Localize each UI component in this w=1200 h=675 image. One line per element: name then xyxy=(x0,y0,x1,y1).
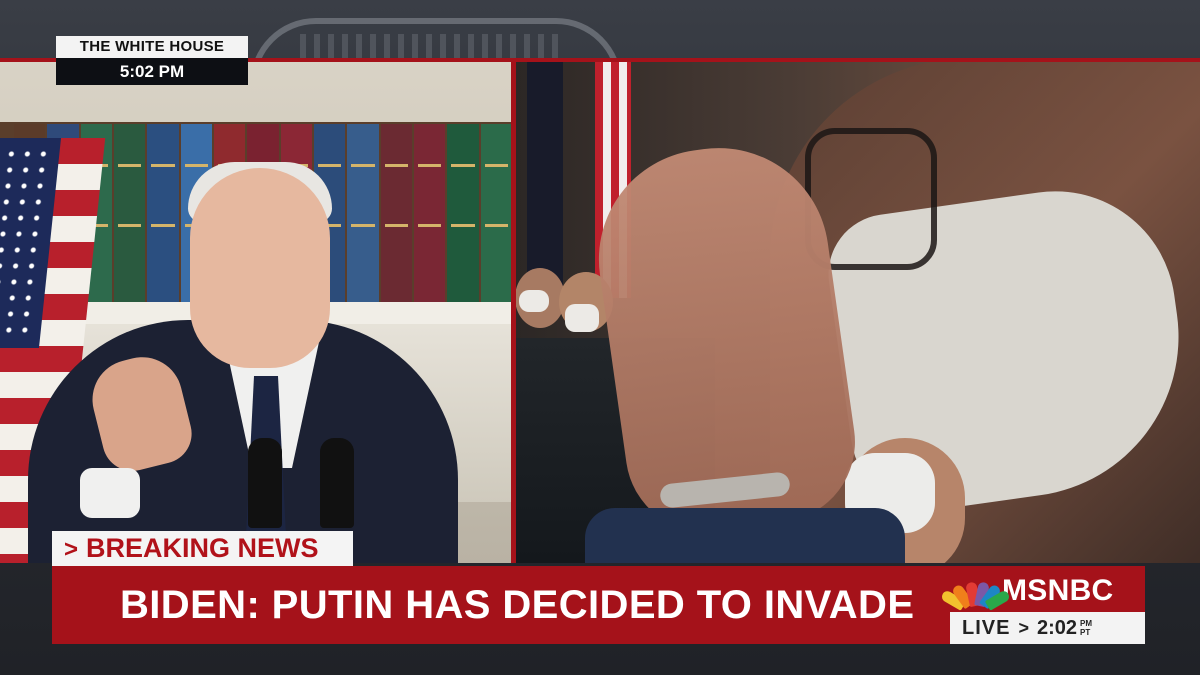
microphone xyxy=(248,438,282,528)
chevron-right-icon: > xyxy=(64,536,79,563)
nbc-peacock-icon xyxy=(939,576,1012,611)
chevron-right-icon: > xyxy=(1018,617,1029,638)
right-video-panel xyxy=(515,58,1200,563)
network-logo: MSNBC xyxy=(939,569,1145,612)
breaking-news-tag: > BREAKING NEWS xyxy=(52,531,353,566)
location-bug: THE WHITE HOUSE 5:02 PM xyxy=(56,36,248,85)
breaking-news-label: BREAKING NEWS xyxy=(86,533,319,563)
live-indicator: LIVE > 2:02 PM PT xyxy=(950,612,1145,644)
location-time: 5:02 PM xyxy=(56,58,248,85)
dark-flag xyxy=(527,58,563,298)
live-label: LIVE xyxy=(962,616,1011,639)
speaker-head xyxy=(190,168,330,368)
microphone xyxy=(320,438,354,528)
left-video-panel xyxy=(0,58,512,563)
location-title: THE WHITE HOUSE xyxy=(56,36,248,58)
time-zone-label: PM PT xyxy=(1080,619,1092,637)
split-divider xyxy=(511,58,516,563)
live-time: 2:02 xyxy=(1036,616,1077,639)
network-logo-text: MSNBC xyxy=(1002,573,1114,607)
headline-text: BIDEN: PUTIN HAS DECIDED TO INVADE xyxy=(120,583,915,627)
